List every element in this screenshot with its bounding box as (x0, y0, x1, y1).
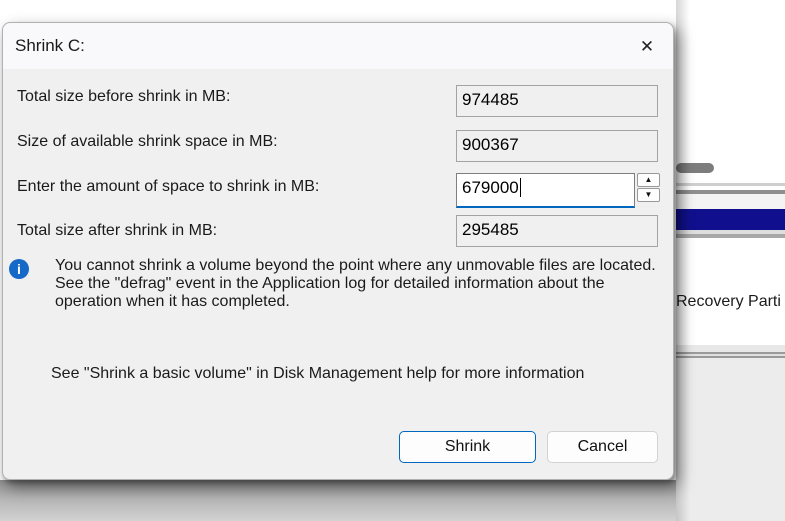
field-available-space: 900367 (456, 130, 658, 162)
info-icon-glyph: i (17, 262, 21, 276)
field-total-after: 295485 (456, 215, 658, 247)
shrink-amount-row: 679000 ▲ ▼ (456, 173, 658, 208)
disk-management-background: Recovery Parti (676, 0, 785, 521)
help-text: See "Shrink a basic volume" in Disk Mana… (51, 365, 584, 383)
spin-up-button[interactable]: ▲ (637, 173, 660, 187)
shrink-dialog: Shrink C: ✕ Total size before shrink in … (2, 22, 674, 480)
label-total-after: Total size after shrink in MB: (17, 222, 217, 240)
partition-color-bar (676, 209, 785, 230)
shrink-button[interactable]: Shrink (399, 431, 536, 463)
cancel-button[interactable]: Cancel (547, 431, 658, 463)
close-icon: ✕ (640, 37, 654, 57)
label-total-before: Total size before shrink in MB: (17, 88, 230, 106)
shrink-amount-input[interactable]: 679000 (456, 173, 635, 208)
graphical-view-header (676, 194, 785, 209)
window-area-below-dialog (0, 480, 676, 521)
shrink-amount-spinner: ▲ ▼ (637, 173, 660, 203)
partition-box-footer (676, 345, 785, 352)
label-shrink-amount: Enter the amount of space to shrink in M… (17, 178, 319, 196)
info-icon: i (9, 259, 29, 279)
label-available-space: Size of available shrink space in MB: (17, 133, 278, 151)
partition-box: Recovery Parti (676, 238, 785, 345)
info-line-1: You cannot shrink a volume beyond the po… (55, 257, 656, 275)
text-caret (520, 178, 522, 197)
field-total-before: 974485 (456, 85, 658, 117)
info-line-3: operation when it has completed. (55, 293, 656, 311)
shrink-amount-value: 679000 (462, 178, 519, 198)
dialog-titlebar[interactable]: Shrink C: ✕ (3, 23, 673, 69)
pane-divider-light (676, 183, 785, 186)
dialog-title: Shrink C: (15, 36, 85, 56)
dialog-edge-shadow (676, 0, 690, 521)
info-line-2: See the "defrag" event in the Applicatio… (55, 275, 656, 293)
spin-up-icon: ▲ (645, 176, 653, 184)
info-message: You cannot shrink a volume beyond the po… (55, 257, 656, 311)
spin-down-icon: ▼ (645, 191, 653, 199)
partition-label: Recovery Parti (676, 293, 781, 311)
spin-down-button[interactable]: ▼ (637, 188, 660, 202)
close-button[interactable]: ✕ (634, 34, 660, 60)
graphical-view-background (676, 358, 785, 521)
